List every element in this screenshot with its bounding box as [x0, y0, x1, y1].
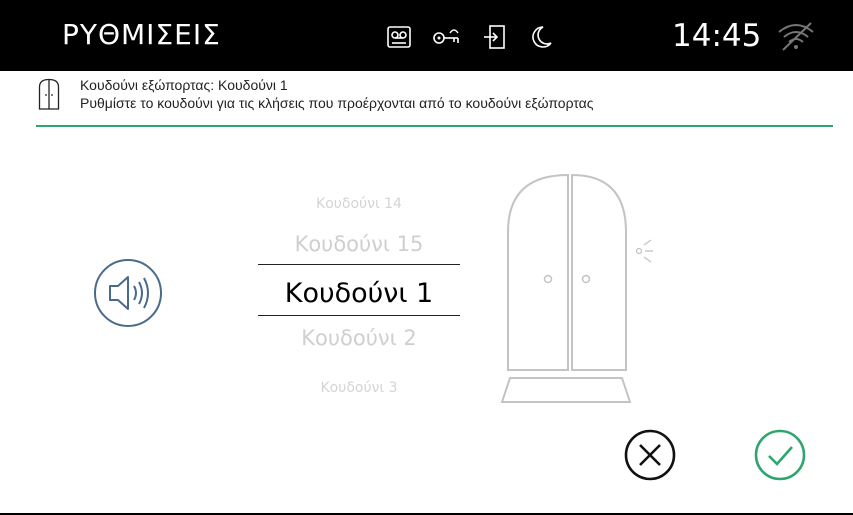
- ringtone-option[interactable]: Κουδούνι 15: [258, 232, 460, 256]
- ringtone-option[interactable]: Κουδούνι 2: [258, 326, 460, 350]
- confirm-icon[interactable]: [750, 425, 810, 485]
- info-description: Ρυθμίστε το κουδούνι για τις κλήσεις που…: [80, 95, 594, 111]
- info-title: Κουδούνι εξώπορτας: Κουδούνι 1: [80, 77, 288, 93]
- doorbell-info: Κουδούνι εξώπορτας: Κουδούνι 1 Ρυθμίστε …: [36, 71, 833, 127]
- ringtone-option[interactable]: Κουδούνι 14: [258, 196, 460, 212]
- page-title: ΡΥΘΜΙΣΕΙΣ: [62, 18, 221, 51]
- clock: 14:45: [672, 18, 762, 54]
- top-bar: ΡΥΘΜΙΣΕΙΣ 14:45: [0, 0, 853, 71]
- picker-divider-top: [258, 264, 460, 265]
- picker-divider-bottom: [258, 315, 460, 316]
- ringtone-option-selected[interactable]: Κουδούνι 1: [258, 278, 460, 309]
- door-icon: [38, 78, 60, 110]
- voicemail-icon: [387, 26, 411, 48]
- door-exit-icon: [484, 25, 505, 49]
- speaker-icon[interactable]: [92, 257, 164, 329]
- key-icon: [433, 29, 459, 44]
- ringtone-picker[interactable]: Κουδούνι 14 Κουδούνι 15 Κουδούνι 1 Κουδο…: [258, 180, 460, 410]
- door-illustration: [500, 173, 653, 403]
- ringtone-option[interactable]: Κουδούνι 3: [258, 380, 460, 396]
- cancel-icon[interactable]: [620, 425, 680, 485]
- wifi-disabled-icon: [778, 22, 814, 51]
- night-mode-icon: [532, 26, 552, 48]
